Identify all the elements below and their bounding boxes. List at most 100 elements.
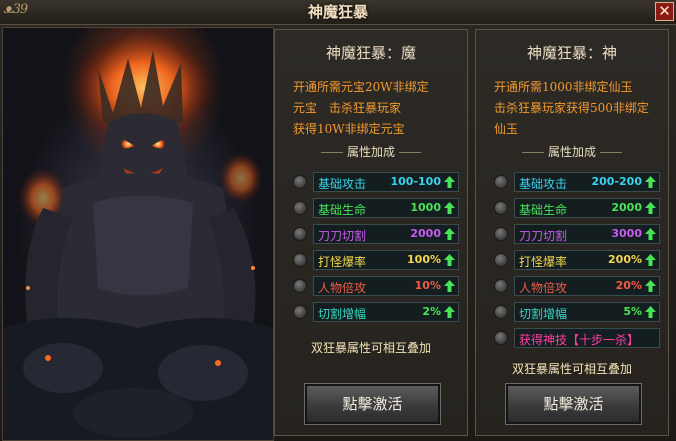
desc-line: 仙玉 <box>494 122 519 136</box>
attr-value: 200-200 <box>591 175 643 188</box>
attr-row: 基础生命 1000 <box>289 195 461 221</box>
attr-list: 基础攻击 200-200 基础生命 2000 刀刀切割 3000 打怪爆率 20… <box>490 169 662 351</box>
attr-bar: 切割增幅 5% <box>514 302 660 322</box>
attr-bar: 刀刀切割 3000 <box>514 224 660 244</box>
attr-bar: 基础生命 2000 <box>514 198 660 218</box>
panel-description: 开通所需元宝20W非绑定 元宝 击杀狂暴玩家 获得10W非绑定元宝 <box>293 77 465 140</box>
up-arrow-icon <box>645 306 656 318</box>
attr-value: 5% <box>623 305 642 318</box>
up-arrow-icon <box>645 228 656 240</box>
title-bar: ᴥ39 神魔狂暴 ✕ <box>0 0 676 25</box>
attr-label: 切割增幅 <box>318 307 367 321</box>
bullet-icon <box>293 227 307 241</box>
demon-artwork <box>2 27 274 441</box>
attr-label: 刀刀切割 <box>519 229 568 243</box>
bullet-icon <box>293 175 307 189</box>
attr-bar: 切割增幅 2% <box>313 302 459 322</box>
close-button[interactable]: ✕ <box>655 2 674 21</box>
attr-label: 切割增幅 <box>519 307 568 321</box>
bullet-icon <box>494 175 508 189</box>
bullet-icon <box>293 253 307 267</box>
attr-bar: 基础攻击 100-100 <box>313 172 459 192</box>
panel-description: 开通所需1000非绑定仙玉 击杀狂暴玩家获得500非绑定 仙玉 <box>494 77 666 140</box>
attr-bar: 人物倍攻 10% <box>313 276 459 296</box>
attr-value: 2000 <box>611 201 642 214</box>
attr-label: 刀刀切割 <box>318 229 367 243</box>
attr-value: 10% <box>414 279 441 292</box>
attr-label: 人物倍攻 <box>318 281 367 295</box>
bullet-icon <box>494 227 508 241</box>
game-window: ᴥ39 神魔狂暴 ✕ 神魔狂暴：魔 开通所需元宝20W非绑定 元宝 击杀狂暴玩家… <box>0 0 676 441</box>
attr-bar: 基础生命 1000 <box>313 198 459 218</box>
attr-list: 基础攻击 100-100 基础生命 1000 刀刀切割 2000 打怪爆率 10… <box>289 169 461 325</box>
up-arrow-icon <box>645 176 656 188</box>
desc-line: 开通所需1000非绑定仙玉 <box>494 80 633 94</box>
attr-bar: 刀刀切割 2000 <box>313 224 459 244</box>
skill-row: 获得神技【十步一杀】 <box>490 325 662 351</box>
attr-row: 基础攻击 100-100 <box>289 169 461 195</box>
attr-value: 20% <box>615 279 642 292</box>
attr-value: 2000 <box>410 227 441 240</box>
stack-info: 双狂暴属性可相互叠加 <box>511 362 632 376</box>
attr-row: 切割增幅 2% <box>289 299 461 325</box>
panel-mo: 神魔狂暴：魔 开通所需元宝20W非绑定 元宝 击杀狂暴玩家 获得10W非绑定元宝… <box>274 29 468 436</box>
attr-row: 切割增幅 5% <box>490 299 662 325</box>
attr-value: 2% <box>422 305 441 318</box>
attr-label: 打怪爆率 <box>318 255 367 269</box>
attr-value: 1000 <box>410 201 441 214</box>
bullet-icon <box>494 253 508 267</box>
attr-row: 基础攻击 200-200 <box>490 169 662 195</box>
bullet-icon <box>293 201 307 215</box>
attr-label: 人物倍攻 <box>519 281 568 295</box>
desc-line: 击杀狂暴玩家获得500非绑定 <box>494 101 649 115</box>
attr-value: 100-100 <box>390 175 442 188</box>
attr-row: 刀刀切割 2000 <box>289 221 461 247</box>
up-arrow-icon <box>645 280 656 292</box>
attr-value: 3000 <box>611 227 642 240</box>
up-arrow-icon <box>444 202 455 214</box>
attr-label: 打怪爆率 <box>519 255 568 269</box>
attr-value: 100% <box>407 253 441 266</box>
attr-label: 基础生命 <box>318 203 367 217</box>
up-arrow-icon <box>645 202 656 214</box>
attr-row: 打怪爆率 200% <box>490 247 662 273</box>
attr-row: 刀刀切割 3000 <box>490 221 662 247</box>
attr-label: 基础攻击 <box>519 177 568 191</box>
stack-info: 双狂暴属性可相互叠加 <box>310 341 431 355</box>
desc-line: 元宝 击杀狂暴玩家 <box>293 101 402 115</box>
bullet-icon <box>494 279 508 293</box>
attr-header: 属性加成 <box>476 143 668 160</box>
up-arrow-icon <box>444 254 455 266</box>
up-arrow-icon <box>444 306 455 318</box>
up-arrow-icon <box>444 176 455 188</box>
bullet-icon <box>494 331 508 345</box>
demon-illustration <box>3 33 273 440</box>
window-title: 神魔狂暴 <box>307 3 368 21</box>
panel-title: 神魔狂暴：神 <box>526 44 617 62</box>
attr-bar: 基础攻击 200-200 <box>514 172 660 192</box>
panel-title: 神魔狂暴：魔 <box>325 44 416 62</box>
attr-label: 基础攻击 <box>318 177 367 191</box>
activate-button[interactable]: 點擊激活 <box>304 383 441 425</box>
desc-line: 获得10W非绑定元宝 <box>293 122 405 136</box>
attr-row: 基础生命 2000 <box>490 195 662 221</box>
attr-label: 基础生命 <box>519 203 568 217</box>
attr-header: 属性加成 <box>275 143 467 160</box>
up-arrow-icon <box>444 280 455 292</box>
skill-bar: 获得神技【十步一杀】 <box>514 328 660 348</box>
bullet-icon <box>293 279 307 293</box>
attr-bar: 打怪爆率 100% <box>313 250 459 270</box>
attr-row: 人物倍攻 20% <box>490 273 662 299</box>
bullet-icon <box>494 305 508 319</box>
desc-line: 开通所需元宝20W非绑定 <box>293 80 429 94</box>
up-arrow-icon <box>645 254 656 266</box>
special-skill: 获得神技【十步一杀】 <box>519 333 640 347</box>
panel-shen: 神魔狂暴：神 开通所需1000非绑定仙玉 击杀狂暴玩家获得500非绑定 仙玉 属… <box>475 29 669 436</box>
up-arrow-icon <box>444 228 455 240</box>
activate-button[interactable]: 點擊激活 <box>505 383 642 425</box>
bullet-icon <box>494 201 508 215</box>
attr-row: 打怪爆率 100% <box>289 247 461 273</box>
attr-bar: 打怪爆率 200% <box>514 250 660 270</box>
attr-row: 人物倍攻 10% <box>289 273 461 299</box>
attr-bar: 人物倍攻 20% <box>514 276 660 296</box>
